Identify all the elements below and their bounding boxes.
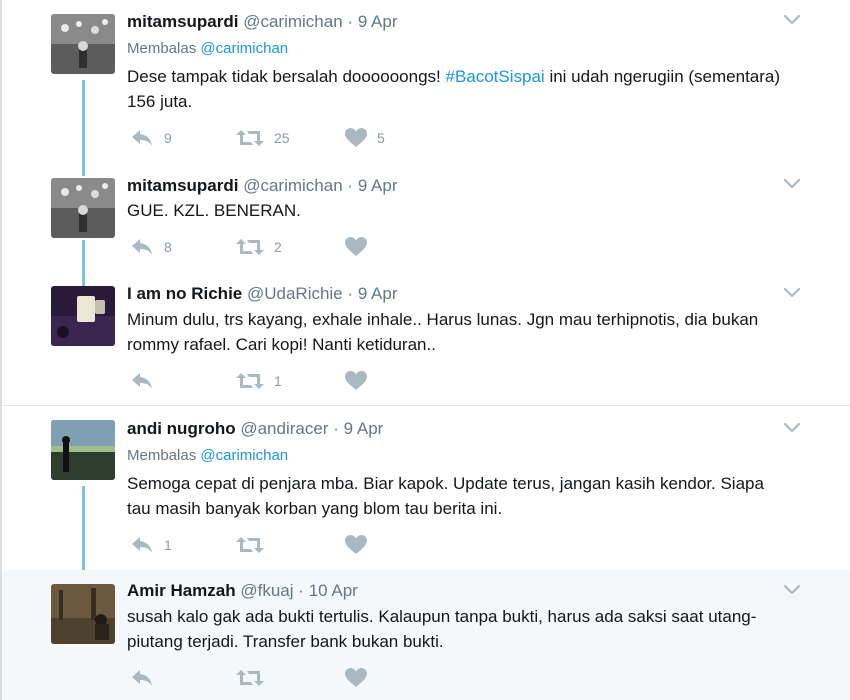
separator-dot: · [333,419,339,438]
like-button[interactable]: 5 [345,128,385,148]
retweet-icon [236,668,264,688]
separator-dot: · [298,581,304,600]
display-name[interactable]: I am no Richie [127,284,242,303]
retweet-icon [236,371,264,391]
user-handle[interactable]: @andiracer [240,419,328,438]
tweet-text: susah kalo gak ada bukti tertulis. Kalau… [127,607,757,651]
retweet-count: 1 [274,373,282,389]
user-handle[interactable]: @carimichan [243,176,342,195]
retweet-icon [236,128,264,148]
chevron-down-icon[interactable] [784,287,800,299]
reply-icon [130,535,154,555]
reply-count: 1 [164,537,172,553]
chevron-down-icon[interactable] [784,584,800,596]
reply-prefix: Membalas [127,40,197,57]
avatar[interactable] [51,584,115,644]
tweet-text: Dese tampak tidak bersalah doooooongs! #… [127,64,787,114]
heart-icon [345,535,367,555]
like-button[interactable] [345,535,377,555]
retweet-count: 2 [274,239,282,255]
chevron-down-icon[interactable] [784,422,800,434]
user-handle[interactable]: @carimichan [243,12,342,31]
reply-count: 9 [164,130,172,146]
reply-button[interactable]: 8 [130,237,172,257]
reply-icon [130,128,154,148]
tweet-2[interactable]: mitamsupardi @carimichan · 9 Apr GUE. KZ… [2,168,850,286]
separator-dot: · [347,284,354,303]
like-count: 5 [377,130,385,146]
tweet-1[interactable]: mitamsupardi @carimichan · 9 Apr Membala… [2,0,850,176]
like-button[interactable] [345,668,377,688]
separator-dot: · [347,176,354,195]
avatar[interactable] [51,14,115,74]
reply-prefix: Membalas [127,447,197,464]
tweet-header: Amir Hamzah @fkuaj · 10 Apr [127,581,790,601]
chevron-down-icon[interactable] [784,178,800,190]
hashtag-link[interactable]: #BacotSispai [445,67,544,86]
reply-icon [130,371,154,391]
reply-button[interactable]: 9 [130,128,172,148]
retweet-button[interactable] [236,668,274,688]
avatar[interactable] [51,178,115,238]
reply-button[interactable] [130,371,164,391]
display-name[interactable]: mitamsupardi [127,176,238,195]
tweet-text: Semoga cepat di penjara mba. Biar kapok.… [127,474,764,518]
like-button[interactable] [345,237,377,257]
tweet-header: I am no Richie @UdaRichie · 9 Apr [127,284,790,304]
like-button[interactable] [345,371,377,391]
user-handle[interactable]: @UdaRichie [247,284,343,303]
timestamp[interactable]: 9 Apr [344,419,384,438]
thread-connector [82,486,85,570]
retweet-button[interactable]: 1 [236,371,282,391]
heart-icon [345,371,367,391]
thread-connector [82,80,85,176]
tweet-4[interactable]: andi nugroho @andiracer · 9 Apr Membalas… [2,406,850,570]
display-name[interactable]: andi nugroho [127,419,236,438]
tweet-5[interactable]: Amir Hamzah @fkuaj · 10 Apr susah kalo g… [2,570,850,700]
tweet-text: GUE. KZL. BENERAN. [127,201,301,220]
reply-icon [130,237,154,257]
tweet-header: mitamsupardi @carimichan · 9 Apr [127,176,790,196]
chevron-down-icon[interactable] [784,14,800,26]
reply-mention-link[interactable]: @carimichan [200,447,288,464]
heart-icon [345,668,367,688]
reply-context: Membalas @carimichan [127,447,288,464]
separator-dot: · [347,12,354,31]
tweet-header: mitamsupardi @carimichan · 9 Apr [127,12,790,32]
reply-context: Membalas @carimichan [127,40,288,57]
display-name[interactable]: mitamsupardi [127,12,238,31]
display-name[interactable]: Amir Hamzah [127,581,236,600]
retweet-icon [236,237,264,257]
user-handle[interactable]: @fkuaj [240,581,293,600]
tweet-3[interactable]: I am no Richie @UdaRichie · 9 Apr Minum … [2,276,850,405]
heart-icon [345,237,367,257]
reply-button[interactable] [130,668,164,688]
reply-count: 8 [164,239,172,255]
avatar[interactable] [51,420,115,480]
heart-icon [345,128,367,148]
retweet-button[interactable] [236,535,274,555]
tweet-text: Minum dulu, trs kayang, exhale inhale.. … [127,310,759,354]
tweet-text-part: Dese tampak tidak bersalah doooooongs! [127,67,446,86]
timestamp[interactable]: 9 Apr [358,284,398,303]
reply-button[interactable]: 1 [130,535,172,555]
avatar[interactable] [51,286,115,346]
retweet-icon [236,535,264,555]
reply-icon [130,668,154,688]
tweet-header: andi nugroho @andiracer · 9 Apr [127,419,790,439]
timestamp[interactable]: 10 Apr [309,581,358,600]
timestamp[interactable]: 9 Apr [358,12,398,31]
timestamp[interactable]: 9 Apr [358,176,398,195]
retweet-button[interactable]: 2 [236,237,282,257]
reply-mention-link[interactable]: @carimichan [200,40,288,57]
retweet-button[interactable]: 25 [236,128,290,148]
retweet-count: 25 [274,130,290,146]
